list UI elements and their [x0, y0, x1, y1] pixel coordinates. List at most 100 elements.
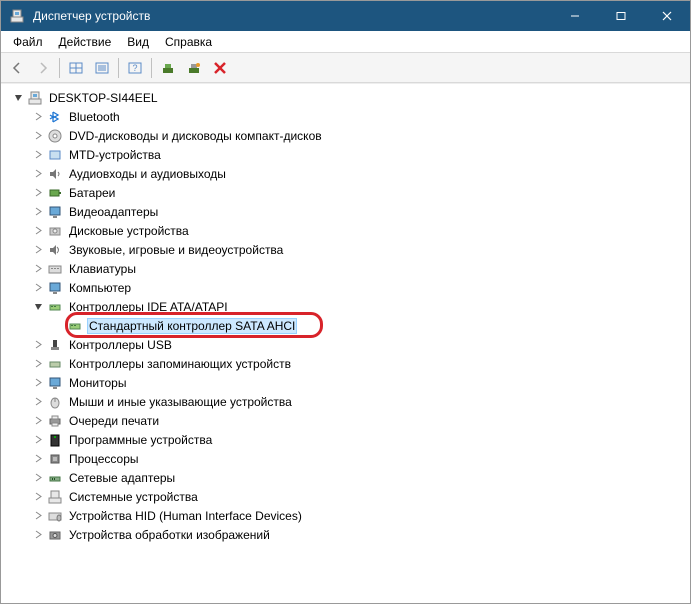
tree-node-audio[interactable]: Аудиовходы и аудиовыходы [3, 164, 690, 183]
keyboard-icon [47, 261, 63, 277]
chevron-right-icon[interactable] [31, 414, 45, 428]
tree-node-imaging[interactable]: Устройства обработки изображений [3, 525, 690, 544]
tree-node-mouse[interactable]: Мыши и иные указывающие устройства [3, 392, 690, 411]
tree-node-bluetooth[interactable]: Bluetooth [3, 107, 690, 126]
tree-node-keyboard[interactable]: Клавиатуры [3, 259, 690, 278]
cpu-icon [47, 451, 63, 467]
update-driver-button[interactable] [156, 56, 180, 80]
chevron-right-icon[interactable] [31, 452, 45, 466]
tree-label: Аудиовходы и аудиовыходы [67, 166, 228, 182]
chevron-right-icon[interactable] [31, 167, 45, 181]
titlebar: Диспетчер устройств [1, 1, 690, 31]
sound-icon [47, 242, 63, 258]
tree-label: Очереди печати [67, 413, 161, 429]
toolbar-separator [118, 58, 119, 78]
maximize-button[interactable] [598, 1, 644, 31]
chevron-right-icon[interactable] [31, 357, 45, 371]
tree-node-computer[interactable]: Компьютер [3, 278, 690, 297]
tree-label: Мониторы [67, 375, 128, 391]
chevron-right-icon[interactable] [31, 395, 45, 409]
minimize-button[interactable] [552, 1, 598, 31]
uninstall-button[interactable] [208, 56, 232, 80]
show-hidden-button[interactable] [64, 56, 88, 80]
tree-node-sata-ahci[interactable]: Стандартный контроллер SATA AHCI [3, 316, 690, 335]
network-icon [47, 470, 63, 486]
tree-node-sound[interactable]: Звуковые, игровые и видеоустройства [3, 240, 690, 259]
tree-node-software[interactable]: Программные устройства [3, 430, 690, 449]
tree-node-hid[interactable]: Устройства HID (Human Interface Devices) [3, 506, 690, 525]
chevron-right-icon[interactable] [31, 148, 45, 162]
usb-icon [47, 337, 63, 353]
tree-label: Устройства обработки изображений [67, 527, 272, 543]
tree-label: Контроллеры запоминающих устройств [67, 356, 293, 372]
tree-node-video[interactable]: Видеоадаптеры [3, 202, 690, 221]
chevron-right-icon[interactable] [31, 509, 45, 523]
system-icon [47, 489, 63, 505]
toolbar-separator [151, 58, 152, 78]
scan-button[interactable] [182, 56, 206, 80]
ide-icon [67, 318, 83, 334]
chevron-right-icon[interactable] [31, 433, 45, 447]
properties-button[interactable] [90, 56, 114, 80]
mouse-icon [47, 394, 63, 410]
chevron-right-icon[interactable] [31, 490, 45, 504]
tree-node-mtd[interactable]: MTD-устройства [3, 145, 690, 164]
tree-label: Стандартный контроллер SATA AHCI [87, 318, 297, 334]
menubar: Файл Действие Вид Справка [1, 31, 690, 53]
tree-label: DESKTOP-SI44EEL [47, 90, 160, 106]
bluetooth-icon [47, 109, 63, 125]
tree-node-printq[interactable]: Очереди печати [3, 411, 690, 430]
tree-label: Системные устройства [67, 489, 200, 505]
tree-node-monitor[interactable]: Мониторы [3, 373, 690, 392]
chevron-down-icon[interactable] [11, 91, 25, 105]
tree-node-disk[interactable]: Дисковые устройства [3, 221, 690, 240]
tree-label: Дисковые устройства [67, 223, 191, 239]
tree-label: Звуковые, игровые и видеоустройства [67, 242, 285, 258]
back-button[interactable] [5, 56, 29, 80]
pc-icon [47, 280, 63, 296]
menu-help[interactable]: Справка [157, 33, 220, 51]
help-button[interactable]: ? [123, 56, 147, 80]
tree-label: Контроллеры IDE ATA/ATAPI [67, 299, 230, 315]
menu-view[interactable]: Вид [119, 33, 157, 51]
tree-label: MTD-устройства [67, 147, 163, 163]
chevron-right-icon[interactable] [31, 243, 45, 257]
menu-file[interactable]: Файл [5, 33, 51, 51]
window-controls [552, 1, 690, 31]
tree-container: DESKTOP-SI44EEL Bluetooth DVD-дисководы … [1, 83, 690, 603]
chevron-right-icon[interactable] [31, 376, 45, 390]
tree-node-storage[interactable]: Контроллеры запоминающих устройств [3, 354, 690, 373]
cd-icon [47, 128, 63, 144]
app-icon [9, 8, 25, 24]
software-icon [47, 432, 63, 448]
chevron-right-icon[interactable] [31, 110, 45, 124]
printer-icon [47, 413, 63, 429]
tree-node-usb[interactable]: Контроллеры USB [3, 335, 690, 354]
chevron-right-icon[interactable] [31, 186, 45, 200]
chevron-right-icon[interactable] [31, 262, 45, 276]
chevron-right-icon[interactable] [31, 528, 45, 542]
chevron-right-icon[interactable] [31, 338, 45, 352]
device-tree[interactable]: DESKTOP-SI44EEL Bluetooth DVD-дисководы … [1, 83, 690, 603]
tree-node-battery[interactable]: Батареи [3, 183, 690, 202]
chevron-right-icon[interactable] [31, 281, 45, 295]
chevron-right-icon[interactable] [31, 129, 45, 143]
close-button[interactable] [644, 1, 690, 31]
tree-node-dvd[interactable]: DVD-дисководы и дисководы компакт-дисков [3, 126, 690, 145]
chevron-down-icon[interactable] [31, 300, 45, 314]
tree-node-system[interactable]: Системные устройства [3, 487, 690, 506]
camera-icon [47, 527, 63, 543]
tree-label: Клавиатуры [67, 261, 138, 277]
chevron-right-icon[interactable] [31, 205, 45, 219]
menu-action[interactable]: Действие [51, 33, 120, 51]
tree-label: Компьютер [67, 280, 133, 296]
chevron-right-icon[interactable] [31, 224, 45, 238]
tree-node-ide[interactable]: Контроллеры IDE ATA/ATAPI [3, 297, 690, 316]
monitor-icon [47, 375, 63, 391]
svg-text:?: ? [132, 63, 137, 73]
forward-button[interactable] [31, 56, 55, 80]
chevron-right-icon[interactable] [31, 471, 45, 485]
tree-root[interactable]: DESKTOP-SI44EEL [3, 88, 690, 107]
tree-node-net[interactable]: Сетевые адаптеры [3, 468, 690, 487]
tree-node-cpu[interactable]: Процессоры [3, 449, 690, 468]
